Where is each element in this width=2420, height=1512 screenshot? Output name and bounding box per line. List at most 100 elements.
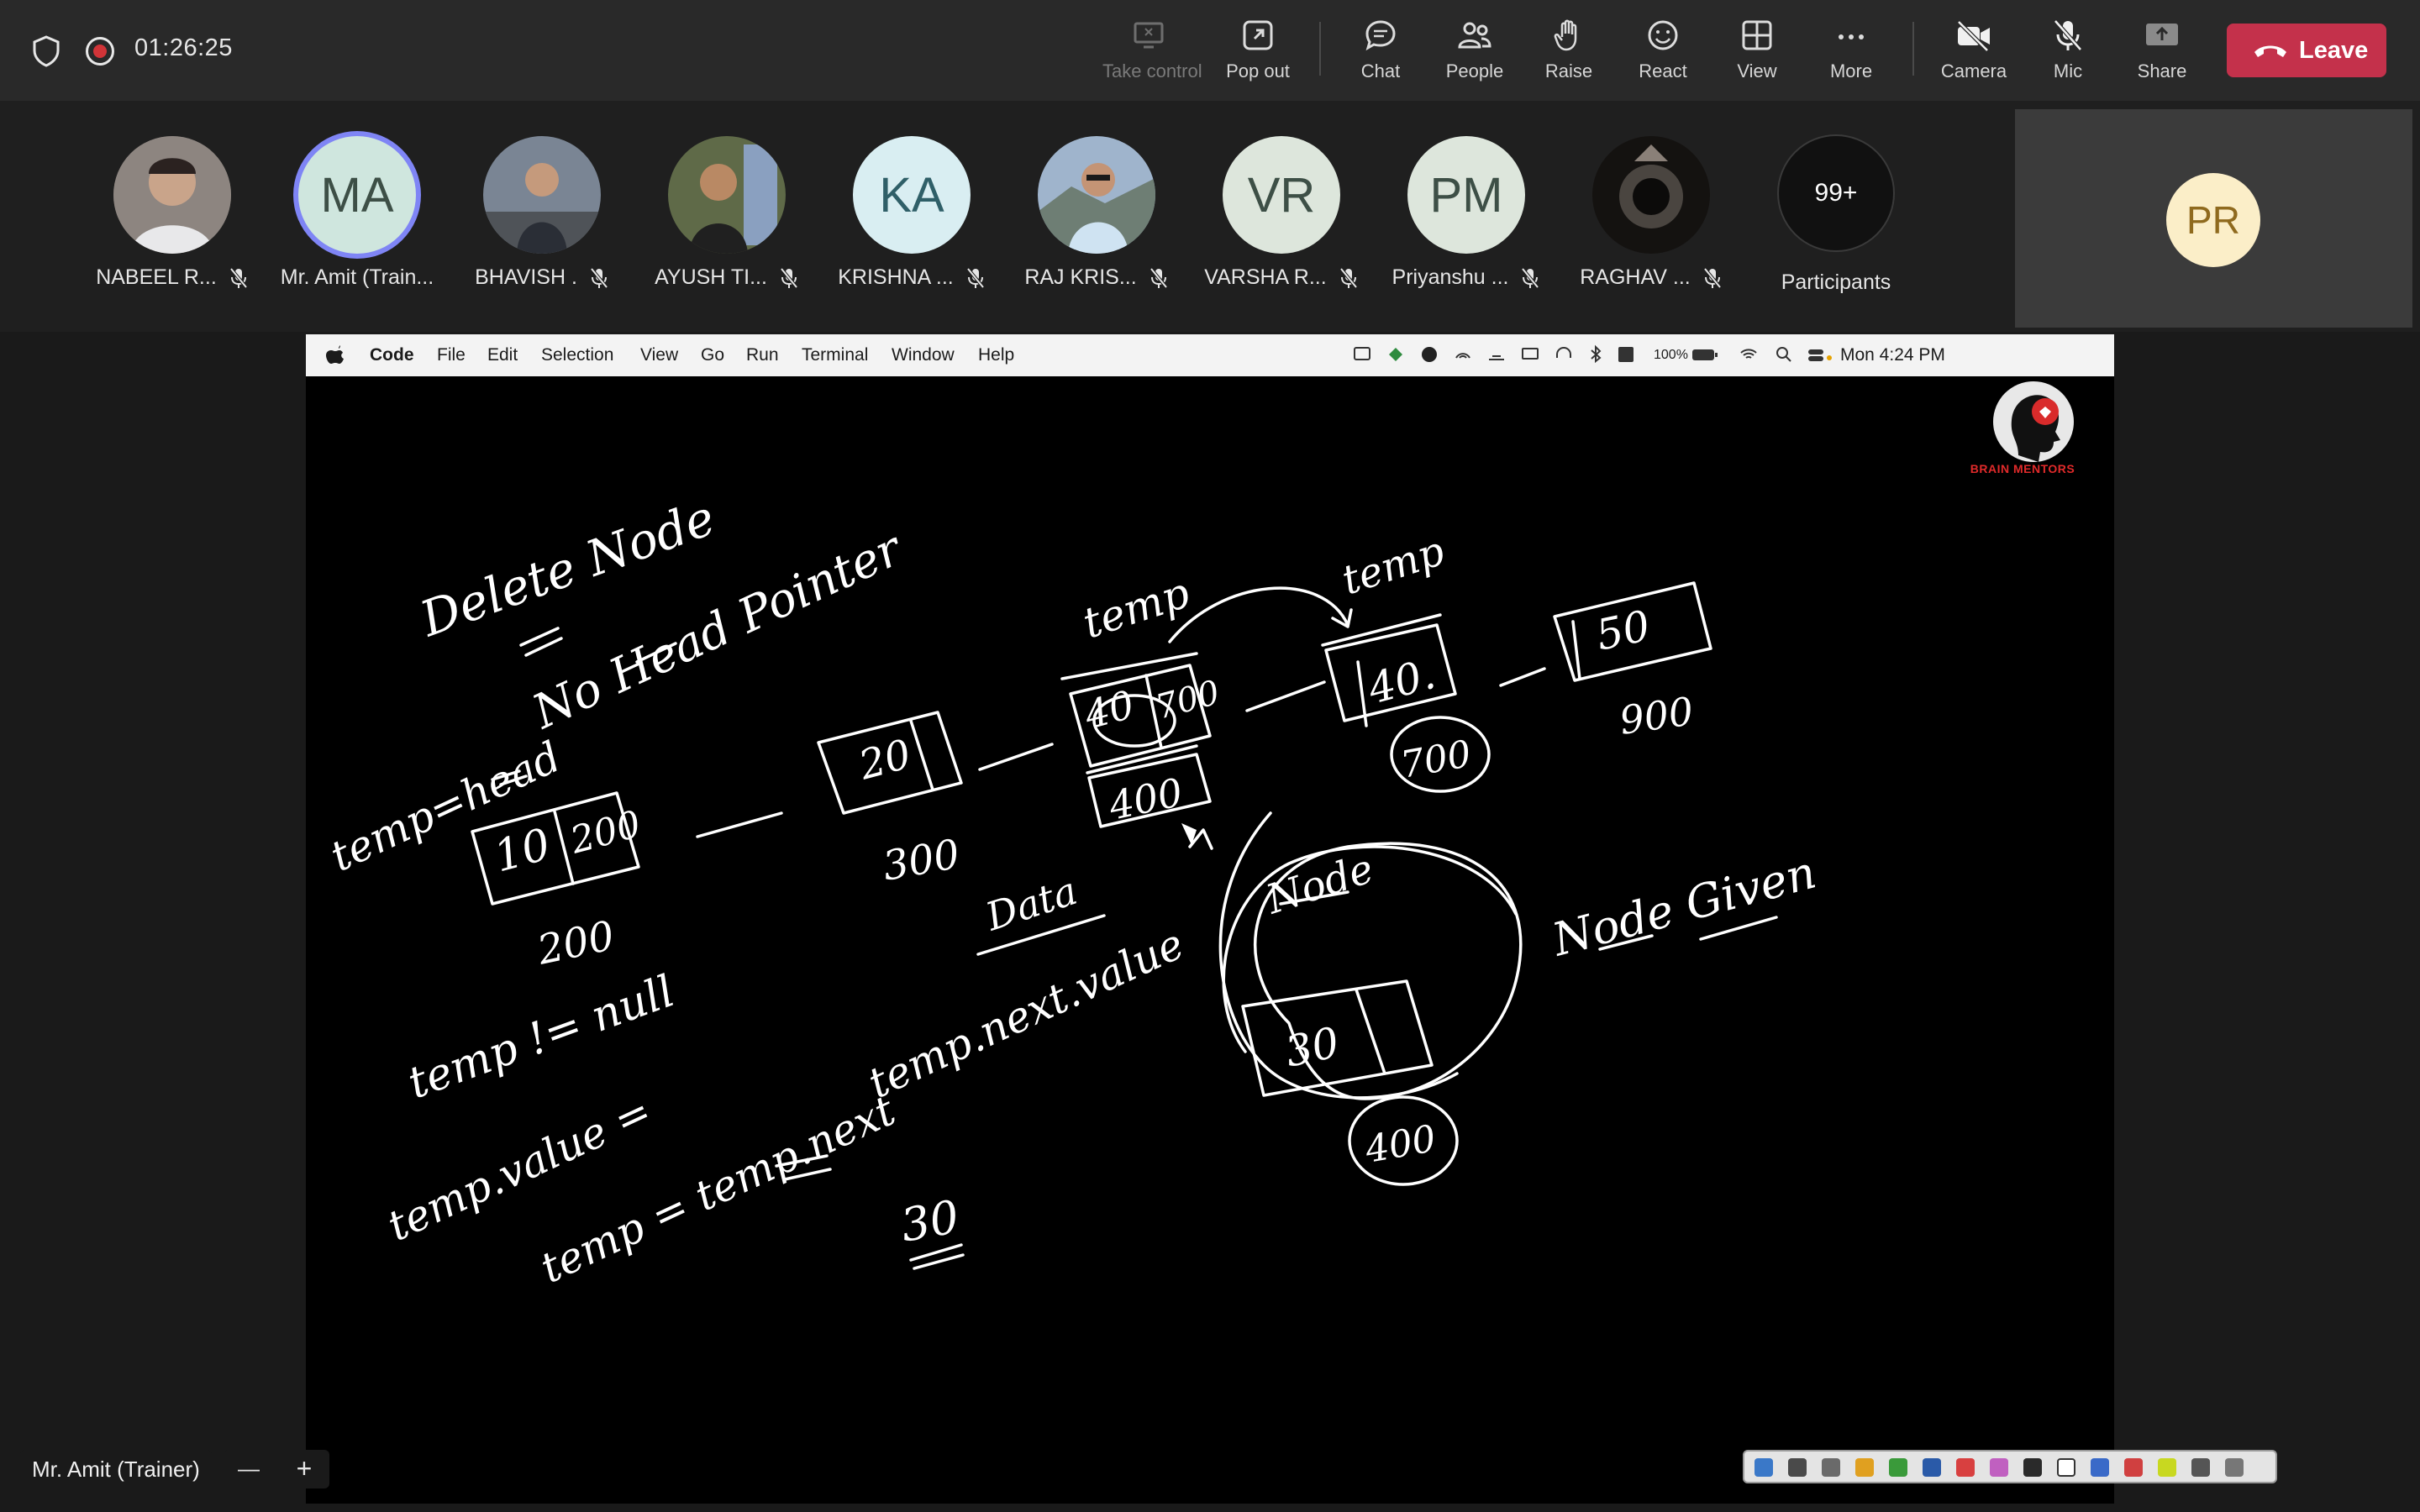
avatar: VR (1223, 136, 1340, 254)
menu-selection[interactable]: Selection (541, 345, 613, 365)
toolbar-divider (1319, 22, 1321, 76)
participant-tile[interactable]: KA KRISHNA ... (828, 136, 996, 290)
shape-tool-icon[interactable] (1956, 1458, 1975, 1477)
participant-photo (668, 136, 786, 254)
bluetooth-icon[interactable] (1586, 344, 1605, 365)
airdrop-icon[interactable] (1454, 344, 1472, 365)
back-tool-icon[interactable] (1822, 1458, 1840, 1477)
chat-button[interactable]: Chat (1334, 15, 1427, 91)
annotation-toolbar (1743, 1450, 2277, 1483)
take-control-icon (1134, 22, 1164, 49)
camera-button[interactable]: Camera (1928, 15, 2020, 91)
mic-off-icon (1150, 267, 1168, 288)
link-line (1499, 667, 1546, 687)
note-node-given: Node Given (1545, 846, 1821, 967)
people-icon (1458, 22, 1491, 49)
avatar (483, 136, 601, 254)
self-video-tile[interactable]: PR (2015, 109, 2412, 328)
node-value: 20 (854, 731, 916, 790)
chat-icon (1365, 20, 1396, 51)
leave-button[interactable]: Leave (2227, 24, 2386, 77)
menu-run[interactable]: Run (746, 345, 779, 365)
page-indicator-icon[interactable] (2225, 1458, 2244, 1477)
temp-underline (1321, 613, 1442, 647)
pencil-tool-icon[interactable] (1855, 1458, 1874, 1477)
pop-out-button[interactable]: Pop out (1212, 15, 1304, 91)
people-button[interactable]: People (1428, 15, 1521, 91)
raise-hand-button[interactable]: Raise (1523, 15, 1615, 91)
menu-clock: Mon 4:24 PM (1840, 345, 1945, 365)
node-value: 50 (1591, 601, 1654, 660)
mic-off-icon (780, 267, 798, 288)
node-divider (909, 719, 934, 791)
text-tool-icon[interactable] (1923, 1458, 1941, 1477)
wifi-icon[interactable] (1739, 344, 1758, 365)
mic-button[interactable]: Mic (2022, 15, 2114, 91)
react-button[interactable]: React (1617, 15, 1709, 91)
highlighter-tool-icon[interactable] (2124, 1458, 2143, 1477)
control-center-icon[interactable] (1807, 344, 1833, 365)
avatar (1038, 136, 1155, 254)
node-address: 300 (879, 831, 963, 890)
select-tool-icon[interactable] (2023, 1458, 2042, 1477)
battery-icon[interactable] (1691, 344, 1719, 365)
menu-go[interactable]: Go (701, 345, 724, 365)
status-app-icon[interactable] (1420, 344, 1439, 365)
sticky-note-icon[interactable] (2158, 1458, 2176, 1477)
status-app-icon[interactable] (1386, 344, 1405, 365)
menu-file[interactable]: File (437, 345, 466, 365)
menu-edit[interactable]: Edit (487, 345, 518, 365)
avatar: KA (853, 136, 971, 254)
participant-tile[interactable]: NABEEL R... (88, 136, 256, 290)
marker-tool-icon[interactable] (1889, 1458, 1907, 1477)
eraser-tool-icon[interactable] (1990, 1458, 2008, 1477)
temp-label: temp (1077, 568, 1196, 648)
status-app-icon[interactable] (1487, 344, 1506, 365)
mic-off-icon (590, 267, 608, 288)
ruler-tool-icon[interactable] (2091, 1458, 2109, 1477)
participant-tile[interactable]: RAGHAV ... (1567, 136, 1735, 290)
meeting-toolbar: 01:26:25 Take control Pop out Chat Peopl… (0, 0, 2420, 101)
status-app-icon[interactable] (1353, 344, 1371, 365)
menu-help[interactable]: Help (978, 345, 1014, 365)
participant-photo (483, 136, 601, 254)
link-line (1245, 680, 1326, 712)
pen-tool-icon[interactable] (1788, 1458, 1807, 1477)
zoom-out-button[interactable]: — (232, 1452, 266, 1485)
avatar (668, 136, 786, 254)
node-address: 700 (1397, 732, 1475, 787)
shared-screen: Code File Edit Selection View Go Run Ter… (306, 334, 2277, 1504)
more-button[interactable]: More (1805, 15, 1897, 91)
node-address: 400 (1104, 769, 1186, 829)
menu-window[interactable]: Window (892, 345, 955, 365)
participant-tile[interactable]: RAJ KRIS... (1013, 136, 1181, 290)
take-control-button[interactable]: Take control (1102, 15, 1202, 91)
participant-tile[interactable]: PM Priyanshu ... (1382, 136, 1550, 290)
avatar: PM (1407, 136, 1525, 254)
participant-tile[interactable]: BHAVISH . (458, 136, 626, 290)
mic-off-icon (229, 267, 248, 288)
whiteboard-canvas[interactable]: Delete Node No Head Pointer temp=head 10… (306, 376, 2114, 1504)
zoom-in-button[interactable]: + (287, 1452, 321, 1485)
menu-app-name[interactable]: Code (370, 345, 414, 365)
input-source-icon[interactable] (1617, 344, 1635, 365)
pointer-tool-icon[interactable] (1754, 1458, 1773, 1477)
toolbar-divider (1912, 22, 1914, 76)
menu-view[interactable]: View (640, 345, 678, 365)
apple-icon[interactable] (326, 345, 345, 365)
menu-terminal[interactable]: Terminal (802, 345, 868, 365)
more-participants-button[interactable]: 99+ (1777, 134, 1895, 252)
participant-tile[interactable]: VR VARSHA R... (1197, 136, 1365, 290)
shield-icon[interactable] (32, 35, 60, 67)
participant-tile[interactable]: MA Mr. Amit (Train... (273, 136, 441, 290)
rectangle-tool-icon[interactable] (2057, 1458, 2075, 1477)
headphones-icon[interactable] (1555, 344, 1573, 365)
display-icon[interactable] (1521, 344, 1539, 365)
spotlight-search-icon[interactable] (1775, 344, 1793, 365)
mic-off-icon (1703, 267, 1722, 288)
settings-gear-icon[interactable] (2191, 1458, 2210, 1477)
node-address: 400 (1361, 1117, 1439, 1172)
view-button[interactable]: View (1711, 15, 1803, 91)
share-button[interactable]: Share (2116, 15, 2208, 91)
participant-tile[interactable]: AYUSH TI... (643, 136, 811, 290)
